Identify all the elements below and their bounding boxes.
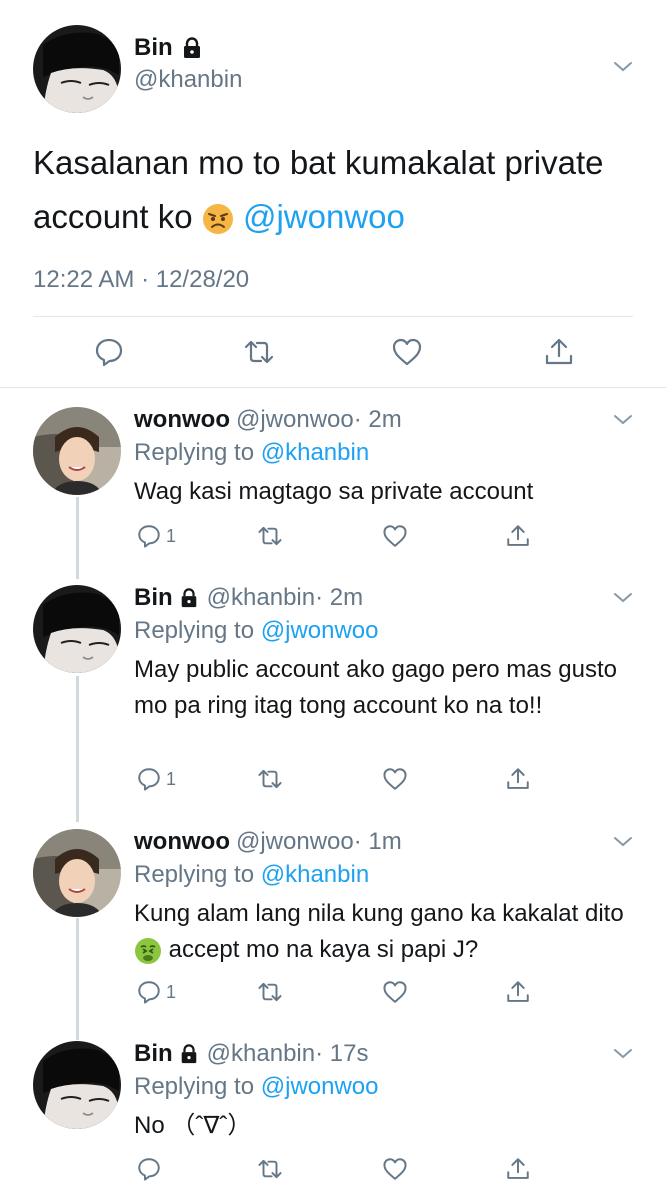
avatar-bin[interactable] [33,585,121,673]
reply-author-handle[interactable]: @jwonwoo [236,406,354,434]
reply-author-name[interactable]: wonwoo [134,406,230,434]
replying-to-prefix: Replying to [134,439,255,466]
tweet-timestamp[interactable]: 12:22 AM · 12/28/20 [33,266,249,294]
retweet-icon[interactable] [257,979,283,1005]
replying-to-mention[interactable]: @jwonwoo [261,617,379,644]
reply-time[interactable]: · 17s [315,1040,368,1068]
chevron-down-icon[interactable] [611,1042,635,1066]
reply-body-text: Kung alam lang nila kung gano ka kakalat… [134,900,624,927]
share-icon[interactable] [505,766,531,792]
reply-header: wonwoo @jwonwoo · 1m [134,828,402,856]
like-icon[interactable] [382,979,408,1005]
avatar-bin[interactable] [33,25,121,113]
reply-header: wonwoo @jwonwoo · 2m [134,406,402,434]
angry-face-icon [202,203,234,235]
reply-time[interactable]: · 2m [354,406,402,434]
like-icon[interactable] [382,766,408,792]
retweet-icon[interactable] [243,336,275,368]
replying-to-mention[interactable]: @khanbin [261,439,369,466]
chevron-down-icon[interactable] [611,586,635,610]
share-icon[interactable] [543,336,575,368]
replying-to: Replying to @jwonwoo [134,1073,379,1101]
like-icon[interactable] [382,1156,408,1182]
replying-to: Replying to @khanbin [134,861,369,889]
reply-action[interactable]: 1 [136,766,176,792]
lock-icon [179,588,199,608]
share-icon[interactable] [505,979,531,1005]
reply-time[interactable]: · 1m [354,828,402,856]
reply-body: No （ˆ∇ˆ） [134,1112,252,1139]
chevron-down-icon[interactable] [611,408,635,432]
replying-to-mention[interactable]: @khanbin [261,861,369,888]
replying-to: Replying to @khanbin [134,439,369,467]
replying-to: Replying to @jwonwoo [134,617,379,645]
like-icon[interactable] [382,523,408,549]
reply-action[interactable] [136,1156,162,1182]
reply-count: 1 [166,981,177,1002]
retweet-icon[interactable] [257,523,283,549]
avatar-wonwoo[interactable] [33,407,121,495]
reply-header: Bin @khanbin · 2m [134,584,363,612]
reply-body: May public account ako gago pero mas gus… [134,656,617,719]
reply-action[interactable]: 1 [136,523,176,549]
replying-to-prefix: Replying to [134,617,255,644]
like-icon[interactable] [391,336,423,368]
reply-body-text-cont: accept mo na kaya si papi J? [168,936,479,963]
reply-body: Wag kasi magtago sa private account [134,478,534,505]
main-tweet: Bin @khanbin Kasalanan mo to bat kumakal… [0,0,666,388]
author-handle[interactable]: @khanbin [134,66,242,94]
reply-action[interactable]: 1 [136,979,176,1005]
reply-icon[interactable] [93,336,125,368]
reply-tweet[interactable]: wonwoo @jwonwoo · 1m Replying to @khanbi… [0,812,666,1024]
share-icon[interactable] [505,1156,531,1182]
reply-header: Bin @khanbin · 17s [134,1040,368,1068]
lock-icon [181,37,203,59]
tweet-text: Kasalanan mo to bat kumakalat private ac… [33,136,643,244]
nauseated-face-icon [134,937,162,965]
chevron-down-icon[interactable] [611,55,635,79]
avatar-bin[interactable] [33,1041,121,1129]
retweet-icon[interactable] [257,1156,283,1182]
reply-tweet[interactable]: wonwoo @jwonwoo · 2m Replying to @khanbi… [0,390,666,560]
author-name-text: Bin [134,34,173,61]
reply-author-handle[interactable]: @khanbin [207,584,315,612]
chevron-down-icon[interactable] [611,830,635,854]
reply-author-name[interactable]: Bin [134,584,173,612]
reply-count: 1 [166,768,177,789]
lock-icon [179,1044,199,1064]
replying-to-prefix: Replying to [134,1073,255,1100]
reply-author-name[interactable]: Bin [134,1040,173,1068]
reply-author-handle[interactable]: @jwonwoo [236,828,354,856]
divider [33,316,633,317]
replying-to-prefix: Replying to [134,861,255,888]
reply-tweet[interactable]: Bin @khanbin · 2m Replying to @jwonwoo M… [0,568,666,812]
retweet-icon[interactable] [257,766,283,792]
share-icon[interactable] [505,523,531,549]
reply-author-name[interactable]: wonwoo [134,828,230,856]
mention-link[interactable]: @jwonwoo [243,198,405,235]
replying-to-mention[interactable]: @jwonwoo [261,1073,379,1100]
reply-time[interactable]: · 2m [315,584,363,612]
reply-count: 1 [166,525,177,546]
reply-author-handle[interactable]: @khanbin [207,1040,315,1068]
author-name[interactable]: Bin [134,34,203,62]
reply-body: Kung alam lang nila kung gano ka kakalat… [134,896,624,968]
reply-tweet[interactable]: Bin @khanbin · 17s Replying to @jwonwoo … [0,1024,666,1200]
avatar-wonwoo[interactable] [33,829,121,917]
